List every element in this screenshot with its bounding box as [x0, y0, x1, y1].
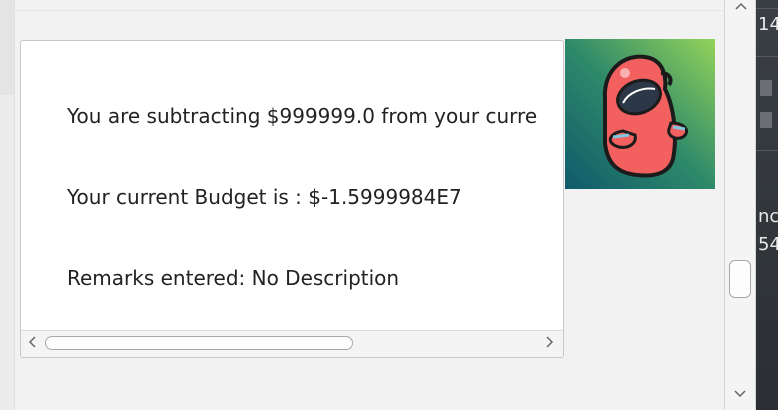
bg-box: [760, 80, 772, 96]
red-bird-mascot-icon: [565, 39, 715, 189]
bg-divider: [756, 56, 778, 57]
message-text[interactable]: You are subtracting $999999.0 from your …: [67, 49, 537, 346]
vertical-scroll-thumb[interactable]: [729, 260, 751, 298]
message-line-remarks: Remarks entered: No Description: [67, 266, 400, 290]
horizontal-scrollbar[interactable]: [21, 330, 563, 357]
scroll-right-icon[interactable]: [541, 335, 557, 351]
bot-avatar: [565, 39, 715, 189]
bg-text-fragment: 14: [758, 14, 778, 35]
message-dialog-box: You are subtracting $999999.0 from your …: [20, 40, 564, 358]
app-window: You are subtracting $999999.0 from your …: [0, 0, 778, 410]
message-line-budget: Your current Budget is : $-1.5999984E7: [67, 185, 462, 209]
bg-box: [760, 112, 772, 128]
bg-text-fragment: 54: [758, 234, 778, 255]
bg-divider: [756, 150, 778, 151]
top-divider: [14, 10, 724, 11]
left-pane-edge-top: [0, 0, 15, 95]
scroll-up-icon[interactable]: [733, 0, 749, 14]
scroll-left-icon[interactable]: [25, 335, 41, 351]
vertical-scrollbar[interactable]: [724, 0, 756, 410]
bg-text-fragment: nc: [758, 206, 778, 227]
horizontal-scroll-thumb[interactable]: [45, 336, 353, 350]
background-window-edge: 14 nc 54: [756, 0, 778, 410]
scroll-down-icon[interactable]: [732, 388, 748, 404]
bg-divider: [756, 8, 778, 9]
message-line-subtracting: You are subtracting $999999.0 from your …: [67, 104, 538, 128]
